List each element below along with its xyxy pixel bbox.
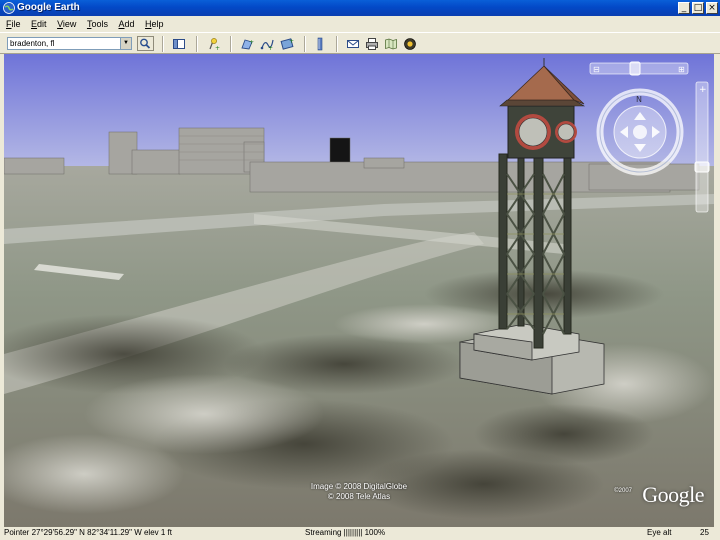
- menu-add[interactable]: Add: [118, 19, 134, 29]
- toolbar-separator: [162, 36, 164, 52]
- menu-file[interactable]: File: [6, 19, 21, 29]
- svg-text:N: N: [636, 95, 642, 104]
- search-combobox[interactable]: ▼: [7, 37, 132, 50]
- menu-bar: File Edit View Tools Add Help: [0, 16, 720, 32]
- window-title: Google Earth: [17, 2, 80, 13]
- chevron-down-icon[interactable]: ▼: [120, 38, 131, 49]
- svg-text:+: +: [699, 85, 707, 95]
- email-icon[interactable]: [346, 37, 360, 51]
- sky-icon[interactable]: [403, 37, 417, 51]
- google-logo: Google: [642, 482, 704, 507]
- path-icon[interactable]: +: [260, 37, 274, 51]
- minimize-button[interactable]: _: [678, 2, 690, 14]
- eye-altitude: Eye alt: [647, 528, 672, 537]
- credit-line-2: © 2008 Tele Atlas: [327, 492, 391, 501]
- status-bar: Pointer 27°29'56.29" N 82°34'11.29" W el…: [0, 527, 720, 540]
- toolbar-separator: [336, 36, 338, 52]
- toolbar-separator: [196, 36, 198, 52]
- image-overlay-icon[interactable]: +: [280, 37, 294, 51]
- svg-text:+: +: [249, 39, 254, 46]
- svg-text:+: +: [289, 38, 294, 45]
- placemark-icon[interactable]: +: [206, 37, 220, 51]
- earth-3d-viewport[interactable]: ⊟ ⊞ + N Image © 2008 DigitalGlobe © 2008…: [4, 54, 714, 530]
- imagery-credit: Image © 2008 DigitalGlobe © 2008 Tele At…: [4, 482, 714, 502]
- svg-text:+: +: [268, 45, 273, 51]
- polygon-icon[interactable]: +: [240, 37, 254, 51]
- streaming-status: Streaming ||||||||| 100%: [305, 528, 386, 537]
- ruler-icon[interactable]: [313, 37, 327, 51]
- toolbar-separator: [304, 36, 306, 52]
- search-input[interactable]: [9, 38, 121, 49]
- earth-scene: ⊟ ⊞ + N: [4, 54, 714, 530]
- print-icon[interactable]: [365, 37, 379, 51]
- svg-text:⊞: ⊞: [678, 65, 685, 74]
- sidebar-toggle-icon[interactable]: [172, 37, 186, 51]
- maximize-button[interactable]: □: [692, 2, 704, 14]
- toolbar: ▼ + + + +: [0, 32, 720, 54]
- toolbar-separator: [230, 36, 232, 52]
- status-extra: 25: [700, 528, 709, 537]
- menu-tools[interactable]: Tools: [87, 19, 108, 29]
- svg-text:+: +: [215, 45, 220, 51]
- credit-line-1: Image © 2008 DigitalGlobe: [310, 482, 408, 491]
- svg-text:⊟: ⊟: [593, 65, 600, 74]
- close-button[interactable]: ×: [706, 2, 718, 14]
- google-earth-window: Google Earth _ □ × File Edit View Tools …: [0, 0, 720, 540]
- pointer-coordinates: Pointer 27°29'56.29" N 82°34'11.29" W el…: [4, 528, 172, 537]
- search-button[interactable]: [137, 36, 154, 51]
- search-icon: [140, 38, 151, 49]
- title-bar: Google Earth _ □ ×: [0, 0, 720, 16]
- menu-edit[interactable]: Edit: [31, 19, 47, 29]
- frame-right: [714, 54, 720, 530]
- menu-view[interactable]: View: [57, 19, 76, 29]
- menu-help[interactable]: Help: [145, 19, 164, 29]
- map-icon[interactable]: [384, 37, 398, 51]
- google-earth-icon: [3, 2, 15, 14]
- google-copyright: ©2007: [614, 488, 632, 494]
